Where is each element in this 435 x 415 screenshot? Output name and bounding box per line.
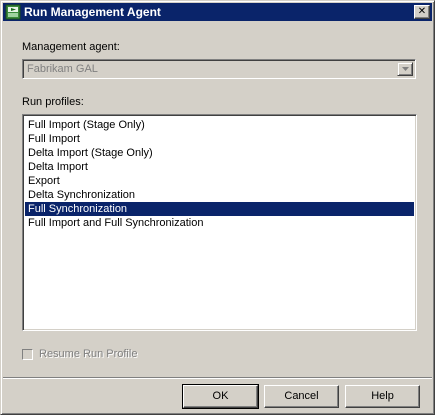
list-item[interactable]: Delta Synchronization bbox=[25, 188, 414, 202]
run-management-agent-dialog: Run Management Agent ✕ Management agent:… bbox=[0, 0, 435, 415]
run-profiles-list[interactable]: Full Import (Stage Only) Full Import Del… bbox=[22, 114, 417, 331]
management-agent-select[interactable]: Fabrikam GAL bbox=[22, 59, 416, 79]
title-bar[interactable]: Run Management Agent ✕ bbox=[3, 3, 432, 21]
close-button[interactable]: ✕ bbox=[414, 5, 430, 19]
list-item[interactable]: Full Import (Stage Only) bbox=[25, 118, 414, 132]
run-profiles-label: Run profiles: bbox=[22, 96, 84, 108]
ok-button[interactable]: OK bbox=[182, 384, 259, 409]
resume-run-profile-label: Resume Run Profile bbox=[39, 348, 138, 360]
run-agent-icon bbox=[5, 4, 21, 20]
list-item[interactable]: Delta Import bbox=[25, 160, 414, 174]
list-item[interactable]: Delta Import (Stage Only) bbox=[25, 146, 414, 160]
management-agent-value: Fabrikam GAL bbox=[27, 63, 98, 75]
close-icon: ✕ bbox=[417, 6, 427, 17]
list-item-selected[interactable]: Full Synchronization bbox=[25, 202, 414, 216]
list-item[interactable]: Full Import and Full Synchronization bbox=[25, 216, 414, 230]
list-item[interactable]: Full Import bbox=[25, 132, 414, 146]
chevron-down-icon bbox=[402, 67, 409, 71]
management-agent-label: Management agent: bbox=[22, 41, 120, 53]
list-item[interactable]: Export bbox=[25, 174, 414, 188]
divider bbox=[3, 377, 432, 379]
help-button[interactable]: Help bbox=[345, 385, 420, 408]
dropdown-button[interactable] bbox=[397, 62, 413, 76]
resume-run-profile-checkbox[interactable] bbox=[22, 349, 33, 360]
window-title: Run Management Agent bbox=[24, 5, 161, 19]
cancel-button[interactable]: Cancel bbox=[264, 385, 339, 408]
